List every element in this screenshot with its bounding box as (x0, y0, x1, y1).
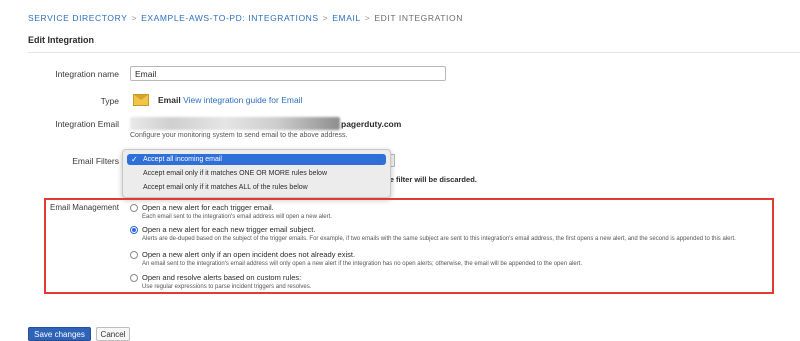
filter-option-label: Accept all incoming email (143, 156, 222, 163)
breadcrumb-integrations[interactable]: EXAMPLE-AWS-TO-PD: INTEGRATIONS (141, 13, 319, 23)
filter-option-accept-all[interactable]: ✓ Accept all incoming email (127, 154, 386, 165)
integration-email-redacted[interactable] (130, 117, 340, 130)
integration-name-label: Integration name (55, 69, 119, 79)
breadcrumb-separator: > (131, 13, 138, 23)
email-filters-dropdown[interactable]: ✓ Accept all incoming email Accept email… (122, 149, 391, 198)
radio-button-selected[interactable] (130, 226, 138, 234)
filter-option-one-or-more[interactable]: Accept email only if it matches ONE OR M… (127, 168, 386, 179)
type-value: Email View integration guide for Email (158, 95, 302, 105)
option-title: Open a new alert for each trigger email. (142, 203, 274, 212)
save-changes-button[interactable]: Save changes (28, 327, 91, 341)
page-title: Edit Integration (28, 35, 94, 45)
cancel-button[interactable]: Cancel (96, 327, 130, 341)
type-name: Email (158, 95, 181, 105)
breadcrumb-separator: > (364, 13, 371, 23)
title-divider (28, 52, 800, 53)
integration-email-label: Integration Email (55, 119, 119, 129)
integration-guide-link[interactable]: View integration guide for Email (183, 95, 302, 105)
email-filters-label: Email Filters (72, 156, 119, 166)
integration-name-input[interactable] (130, 66, 446, 81)
option-description: Alerts are de-duped based on the subject… (142, 236, 736, 242)
breadcrumb: SERVICE DIRECTORY > EXAMPLE-AWS-TO-PD: INT… (28, 13, 463, 23)
option-title: Open a new alert for each new trigger em… (142, 225, 316, 234)
filter-discard-note: n the filter will be discarded. (376, 175, 477, 184)
radio-button[interactable] (130, 251, 138, 259)
email-management-label: Email Management (50, 203, 119, 212)
option-description: An email sent to the integration's email… (142, 261, 583, 267)
breadcrumb-service-directory[interactable]: SERVICE DIRECTORY (28, 13, 127, 23)
envelope-icon (133, 94, 149, 106)
option-title: Open and resolve alerts based on custom … (142, 273, 302, 282)
integration-email-domain: pagerduty.com (341, 119, 402, 129)
integration-email-help: Configure your monitoring system to send… (130, 132, 348, 139)
type-label: Type (100, 96, 119, 106)
filter-option-label: Accept email only if it matches ONE OR M… (143, 170, 328, 177)
option-description: Use regular expressions to parse inciden… (142, 284, 312, 290)
breadcrumb-separator: > (322, 13, 329, 23)
checkmark-icon: ✓ (131, 155, 138, 164)
option-description: Each email sent to the integration's ema… (142, 214, 332, 220)
radio-button[interactable] (130, 204, 138, 212)
filter-option-label: Accept email only if it matches ALL of t… (143, 184, 308, 191)
option-title: Open a new alert only if an open inciden… (142, 250, 356, 259)
radio-button[interactable] (130, 274, 138, 282)
breadcrumb-current: EDIT INTEGRATION (374, 13, 463, 23)
breadcrumb-email[interactable]: EMAIL (332, 13, 361, 23)
filter-option-all-rules[interactable]: Accept email only if it matches ALL of t… (127, 182, 386, 193)
